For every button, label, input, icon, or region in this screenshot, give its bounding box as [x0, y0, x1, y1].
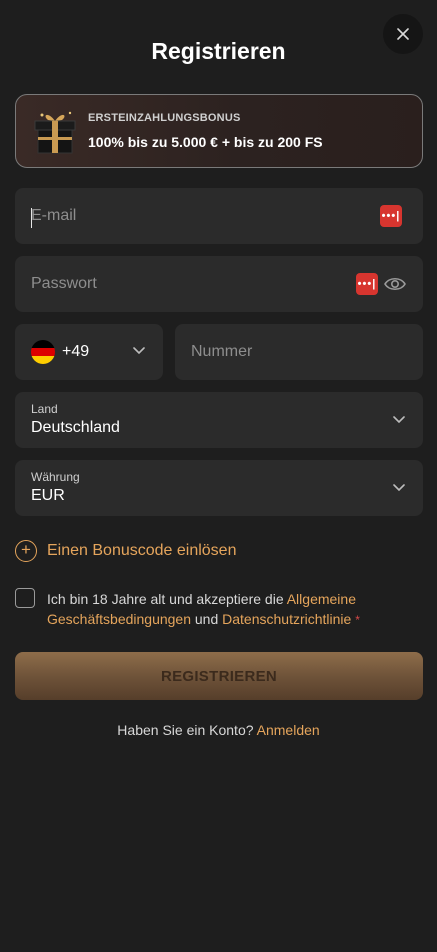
text-cursor — [31, 208, 32, 228]
required-mark: * — [355, 613, 360, 627]
chevron-down-icon — [133, 347, 145, 355]
country-select[interactable]: Land Deutschland — [15, 392, 423, 448]
phone-number-placeholder: Nummer — [191, 343, 253, 360]
bonuscode-label: Einen Bonuscode einlösen — [47, 542, 237, 559]
email-placeholder: E-mail — [31, 207, 77, 224]
password-manager-icon[interactable]: •••| — [380, 205, 402, 227]
gift-box-icon — [34, 111, 76, 154]
bonus-text: 100% bis zu 5.000 € + bis zu 200 FS — [88, 134, 323, 150]
bonuscode-link[interactable]: + Einen Bonuscode einlösen — [15, 540, 236, 562]
germany-flag-icon — [31, 340, 55, 364]
country-label: Land — [31, 402, 58, 416]
chevron-down-icon — [393, 484, 405, 492]
page-title: Registrieren — [151, 38, 286, 64]
terms-middle: und — [191, 611, 223, 627]
register-button[interactable]: REGISTRIEREN — [15, 652, 423, 700]
eye-icon[interactable] — [384, 274, 406, 294]
terms-checkbox[interactable] — [15, 588, 35, 608]
currency-select[interactable]: Währung EUR — [15, 460, 423, 516]
login-prompt: Haben Sie ein Konto? Anmelden — [0, 722, 437, 738]
country-value: Deutschland — [31, 419, 120, 436]
password-placeholder: Passwort — [31, 275, 97, 292]
terms-text: Ich bin 18 Jahre alt und akzeptiere die … — [47, 589, 407, 630]
bonus-banner: ERSTEINZAHLUNGSBONUS 100% bis zu 5.000 €… — [15, 94, 423, 168]
password-field[interactable]: Passwort •••| — [15, 256, 423, 312]
currency-value: EUR — [31, 487, 65, 504]
terms-prefix: Ich bin 18 Jahre alt und akzeptiere die — [47, 591, 287, 607]
currency-label: Währung — [31, 470, 80, 484]
phone-number-field[interactable]: Nummer — [175, 324, 423, 380]
chevron-down-icon — [393, 416, 405, 424]
login-prompt-text: Haben Sie ein Konto? — [117, 722, 257, 738]
registration-modal: Registrieren ERSTEINZAHLUNGSBONUS 100% b… — [0, 0, 437, 952]
dial-code: +49 — [62, 343, 90, 360]
plus-circle-icon: + — [15, 540, 37, 562]
country-code-select[interactable]: +49 — [15, 324, 163, 380]
email-field[interactable]: E-mail •••| — [15, 188, 423, 244]
login-link[interactable]: Anmelden — [257, 722, 320, 738]
password-manager-icon[interactable]: •••| — [356, 273, 378, 295]
bonus-label: ERSTEINZAHLUNGSBONUS — [88, 112, 241, 124]
privacy-link[interactable]: Datenschutzrichtlinie — [222, 611, 351, 627]
